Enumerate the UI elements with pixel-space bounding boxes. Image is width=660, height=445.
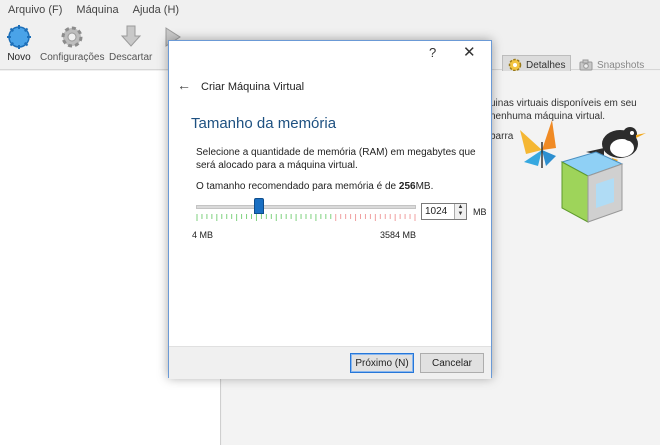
discard-arrow-icon [120,25,141,47]
menu-arquivo[interactable]: Arquivo (F) [8,4,62,16]
recommended-value: 256 [398,181,416,192]
butterfly-icon [520,120,556,168]
help-icon[interactable]: ? [429,45,436,60]
recommended-suffix: MB. [415,181,434,192]
menu-bar: Arquivo (F) Máquina Ajuda (H) [0,0,660,20]
close-icon[interactable]: ✕ [463,43,476,61]
dialog-footer: Próximo (N) Cancelar [169,346,491,379]
tab-snapshots-label: Snapshots [597,59,645,71]
create-vm-dialog: ? ✕ ← Criar Máquina Virtual Tamanho da m… [168,40,492,379]
virtualbox-mascot-illustration [520,120,646,223]
gear-icon [61,26,83,48]
spin-arrows[interactable]: ▲ ▼ [454,204,466,219]
menu-ajuda[interactable]: Ajuda (H) [133,4,179,16]
menu-maquina[interactable]: Máquina [76,4,118,16]
welcome-line-1: uinas virtuais disponíveis em seu [490,98,637,109]
novo-label: Novo [7,52,31,63]
memory-spinbox-value[interactable]: 1024 [425,206,447,217]
welcome-line-3: barra [490,131,514,142]
memory-description: Selecione a quantidade de memória (RAM) … [196,147,476,171]
descartar-button[interactable]: Descartar [109,24,152,63]
new-vm-icon [7,25,31,49]
cancel-button[interactable]: Cancelar [420,353,484,373]
configuracoes-label: Configurações [40,52,105,63]
slider-max-label: 3584 MB [380,230,417,240]
descartar-label: Descartar [109,52,153,63]
recommended-memory-text: O tamanho recomendado para memória é de … [196,181,433,192]
spin-down-icon[interactable]: ▼ [455,211,466,218]
dialog-titlebar: ? ✕ [169,41,491,69]
memory-slider-thumb[interactable] [253,198,264,214]
configuracoes-button[interactable]: Configurações [40,24,104,63]
spin-up-icon[interactable]: ▲ [455,204,466,211]
memory-slider-ticks [196,214,416,221]
camera-icon [579,59,593,71]
novo-button[interactable]: Novo [6,24,32,63]
back-arrow-icon[interactable]: ← [177,77,191,93]
recommended-prefix: O tamanho recomendado para memória é de [196,181,397,192]
memory-spinbox[interactable]: 1024 ▲ ▼ [421,203,467,220]
memory-unit-label: MB [473,207,487,217]
virtualbox-cube-icon [560,151,624,223]
slider-min-label: 4 MB [192,230,214,240]
dialog-title: Criar Máquina Virtual [201,81,305,93]
memory-slider-track[interactable] [196,205,416,209]
next-button[interactable]: Próximo (N) [350,353,414,373]
tab-detalhes-label: Detalhes [526,59,566,71]
details-gear-icon [508,58,522,72]
section-heading: Tamanho da memória [191,115,337,132]
